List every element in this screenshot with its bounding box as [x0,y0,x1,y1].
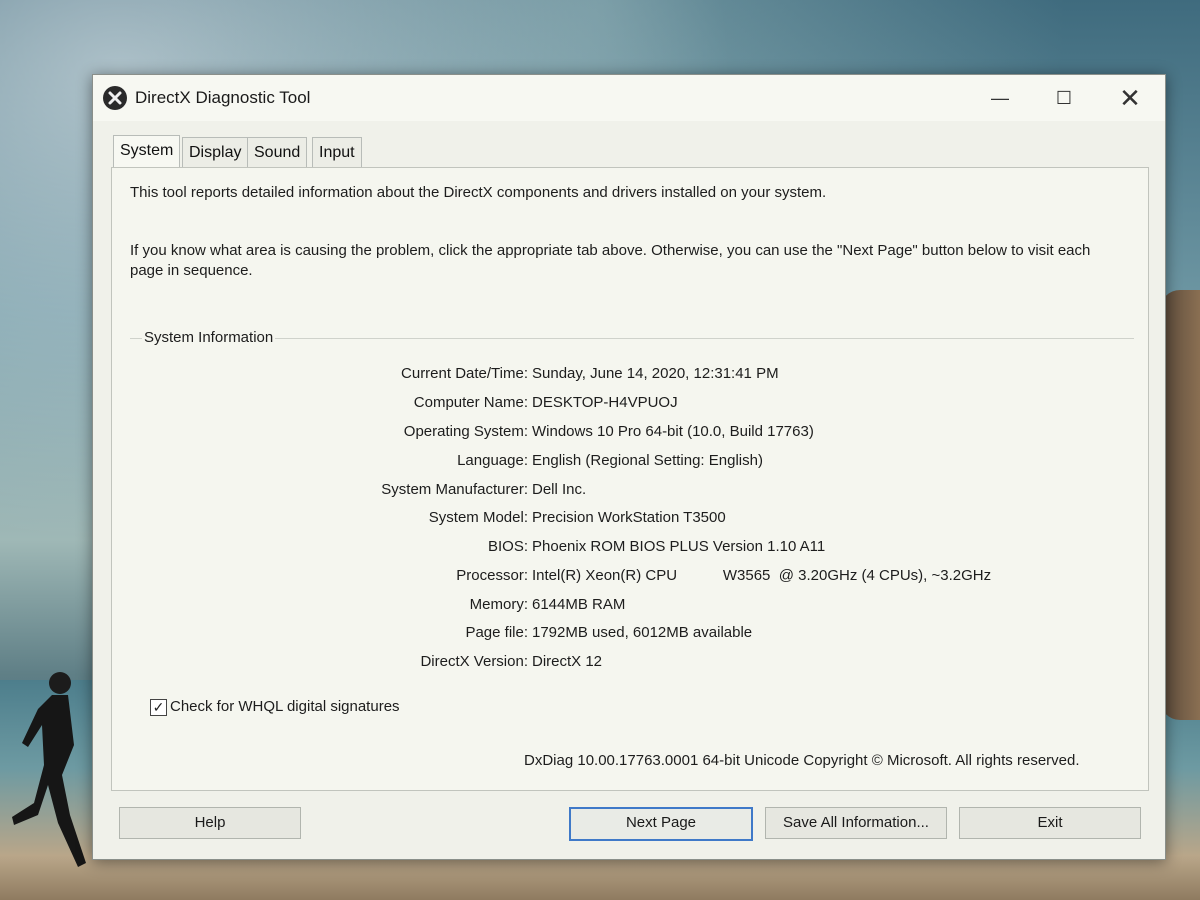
minimize-button[interactable]: — [969,75,1031,121]
save-all-information-button[interactable]: Save All Information... [765,807,947,839]
info-key: Language: [457,452,528,469]
version-copyright-text: DxDiag 10.00.17763.0001 64-bit Unicode C… [524,752,1080,769]
help-button[interactable]: Help [119,807,301,839]
tab-display[interactable]: Display [182,137,249,168]
info-value: English (Regional Setting: English) [532,452,763,469]
info-value: Sunday, June 14, 2020, 12:31:41 PM [532,365,779,382]
info-row-language: Language: English (Regional Setting: Eng… [130,452,1130,476]
whql-checkbox[interactable]: ✓ [150,699,167,716]
tab-input[interactable]: Input [312,137,362,168]
whql-checkbox-label[interactable]: Check for WHQL digital signatures [170,698,400,715]
system-information-group: System Information Current Date/Time: Su… [130,329,1134,741]
info-value: Precision WorkStation T3500 [532,509,726,526]
info-row-memory: Memory: 6144MB RAM [130,596,1130,620]
info-row-datetime: Current Date/Time: Sunday, June 14, 2020… [130,365,1130,389]
info-key: Page file: [465,624,528,641]
info-key: Memory: [469,596,528,613]
title-bar[interactable]: DirectX Diagnostic Tool — ☐ ✕ [93,75,1165,121]
info-key: Current Date/Time: [401,365,528,382]
wallpaper-runner-silhouette [12,672,86,867]
intro-text-1: This tool reports detailed information a… [130,184,827,201]
info-key: Processor: [456,567,528,584]
info-value: Dell Inc. [532,481,587,498]
info-key: Operating System: [403,423,528,440]
info-row-processor: Processor: Intel(R) Xeon(R) CPU W3565 @ … [130,567,1130,591]
info-key: Computer Name: [413,394,528,411]
exit-button[interactable]: Exit [959,807,1141,839]
info-value: DESKTOP-H4VPUOJ [532,394,678,411]
close-button[interactable]: ✕ [1099,75,1161,121]
maximize-button[interactable]: ☐ [1033,75,1095,121]
tab-sound[interactable]: Sound [247,137,308,168]
window-title: DirectX Diagnostic Tool [135,88,311,107]
system-tab-panel: This tool reports detailed information a… [111,167,1149,791]
next-page-button[interactable]: Next Page [569,807,753,841]
info-key: System Model: [428,509,528,526]
directx-x-icon [103,86,127,110]
tab-system[interactable]: System [113,135,181,169]
info-row-page-file: Page file: 1792MB used, 6012MB available [130,624,1130,648]
info-value: 6144MB RAM [532,596,626,613]
info-row-model: System Model: Precision WorkStation T350… [130,509,1130,533]
info-key: DirectX Version: [420,653,528,670]
info-value: Intel(R) Xeon(R) CPU W3565 @ 3.20GHz (4 … [532,567,992,584]
info-value: Phoenix ROM BIOS PLUS Version 1.10 A11 [532,538,826,555]
info-row-directx-version: DirectX Version: DirectX 12 [130,653,1130,677]
group-label: System Information [142,329,276,346]
info-key: System Manufacturer: [381,481,528,498]
info-row-bios: BIOS: Phoenix ROM BIOS PLUS Version 1.10… [130,538,1130,562]
info-value: Windows 10 Pro 64-bit (10.0, Build 17763… [532,423,814,440]
info-value: DirectX 12 [532,653,603,670]
info-row-manufacturer: System Manufacturer: Dell Inc. [130,481,1130,505]
intro-text-2: If you know what area is causing the pro… [130,242,1091,279]
info-key: BIOS: [487,538,528,555]
dxdiag-window: DirectX Diagnostic Tool — ☐ ✕ System Dis… [92,74,1166,860]
info-row-os: Operating System: Windows 10 Pro 64-bit … [130,423,1130,447]
wallpaper-rock [1160,290,1200,720]
info-value: 1792MB used, 6012MB available [532,624,753,641]
info-row-computer-name: Computer Name: DESKTOP-H4VPUOJ [130,394,1130,418]
